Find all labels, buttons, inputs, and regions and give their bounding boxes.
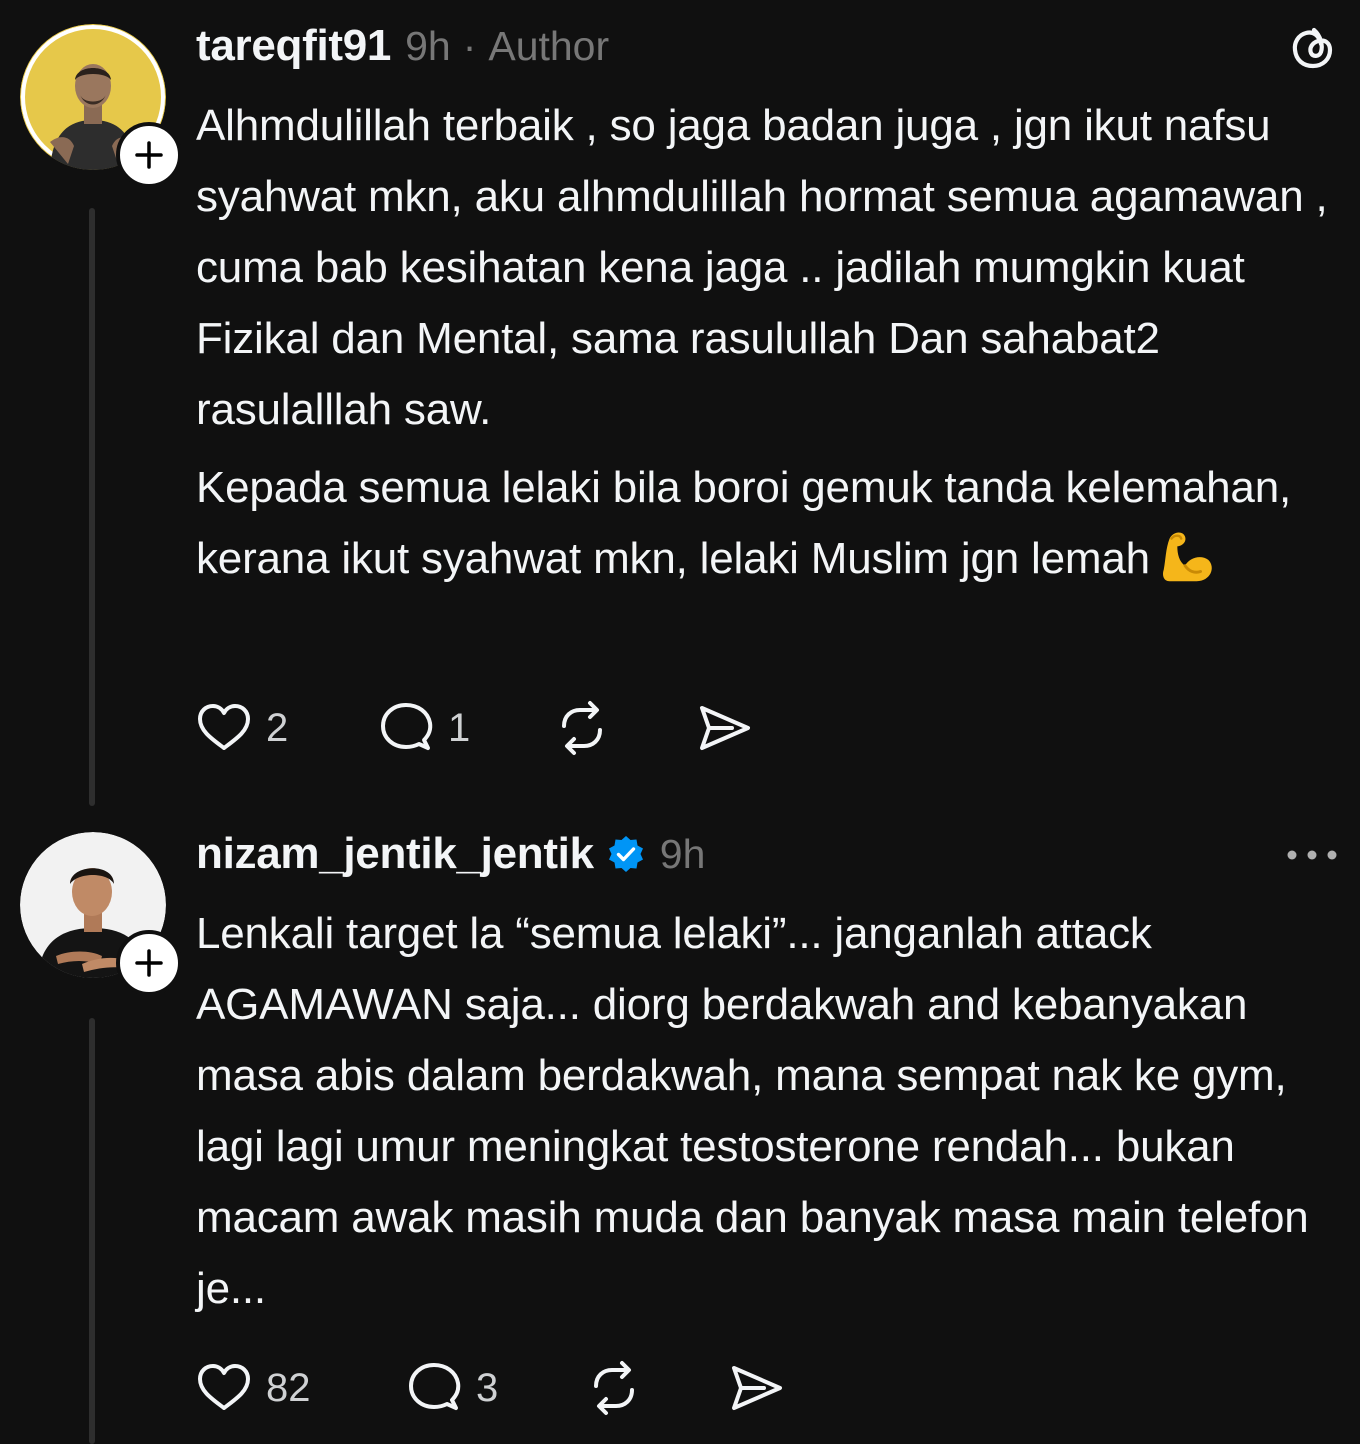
follow-plus-button[interactable] (116, 930, 182, 996)
plus-icon (135, 141, 163, 169)
thread-post-reply-2: nizam_jentik_jentik 9h Lenkali target la… (0, 812, 1360, 1444)
post-body: Lenkali target la “semua lelaki”... jang… (196, 898, 1346, 1324)
username[interactable]: nizam_jentik_jentik (196, 829, 594, 879)
reply-button[interactable]: 1 (374, 696, 550, 760)
flexed-biceps-icon (1162, 532, 1212, 582)
more-options-icon[interactable] (1284, 840, 1340, 870)
send-icon (700, 706, 750, 750)
timestamp[interactable]: 9h (405, 23, 451, 70)
thread-line (89, 1018, 95, 1444)
share-button[interactable] (724, 1356, 788, 1420)
send-icon (732, 1366, 782, 1410)
like-count: 82 (266, 1365, 311, 1410)
action-bar: 2 1 (192, 696, 756, 760)
heart-icon (198, 704, 250, 750)
reply-count: 3 (476, 1365, 499, 1410)
thread-post-reply-1: tareqfit91 9h · Author Alhmdulillah terb… (0, 0, 1360, 810)
repost-icon (594, 1361, 634, 1415)
timestamp[interactable]: 9h (660, 831, 706, 878)
comment-icon (381, 703, 433, 750)
avatar-container[interactable] (20, 832, 182, 996)
like-button[interactable]: 2 (192, 696, 374, 760)
share-button[interactable] (692, 696, 756, 760)
follow-plus-button[interactable] (116, 122, 182, 188)
post-body: Alhmdulillah terbaik , so jaga badan jug… (196, 90, 1346, 594)
separator-dot: · (462, 22, 477, 69)
action-bar: 82 3 (192, 1356, 788, 1420)
heart-icon (198, 1364, 250, 1410)
thread-line (89, 208, 95, 806)
threads-logo-icon[interactable] (1288, 22, 1338, 72)
post-paragraph-2-text: Kepada semua lelaki bila boroi gemuk tan… (196, 463, 1291, 583)
post-paragraph-1: Lenkali target la “semua lelaki”... jang… (196, 909, 1309, 1313)
username[interactable]: tareqfit91 (196, 21, 391, 71)
comment-icon (409, 1363, 461, 1410)
verified-badge-icon (608, 836, 643, 872)
repost-button[interactable] (582, 1356, 724, 1420)
avatar-container[interactable] (20, 24, 182, 188)
author-label: Author (488, 22, 610, 69)
repost-icon (562, 701, 602, 755)
post-paragraph-2: Kepada semua lelaki bila boroi gemuk tan… (196, 452, 1346, 594)
like-button[interactable]: 82 (192, 1356, 402, 1420)
repost-button[interactable] (550, 696, 692, 760)
like-count: 2 (266, 705, 289, 750)
reply-count: 1 (448, 705, 471, 750)
post-header: nizam_jentik_jentik 9h (196, 824, 705, 884)
reply-button[interactable]: 3 (402, 1356, 582, 1420)
post-header: tareqfit91 9h · Author (196, 16, 609, 76)
plus-icon (135, 949, 163, 977)
post-paragraph-1: Alhmdulillah terbaik , so jaga badan jug… (196, 101, 1328, 434)
